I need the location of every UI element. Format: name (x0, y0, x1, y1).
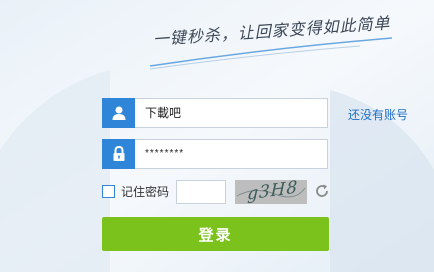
refresh-icon[interactable] (314, 183, 330, 199)
remember-password[interactable]: 记住密码 (102, 183, 169, 199)
password-field[interactable]: ******** (102, 139, 328, 169)
remember-checkbox[interactable] (102, 184, 115, 198)
password-value: ******** (145, 148, 185, 159)
register-link[interactable]: 还没有账号 (348, 106, 408, 123)
login-button[interactable]: 登录 (102, 217, 329, 251)
user-icon (102, 98, 135, 128)
lock-icon (102, 139, 135, 169)
remember-label: 记住密码 (121, 184, 170, 199)
captcha-input[interactable] (176, 180, 226, 204)
username-value: 下載吧 (145, 106, 182, 120)
username-field[interactable]: 下載吧 (102, 98, 328, 128)
captcha-image[interactable]: g3H8 (235, 180, 307, 204)
